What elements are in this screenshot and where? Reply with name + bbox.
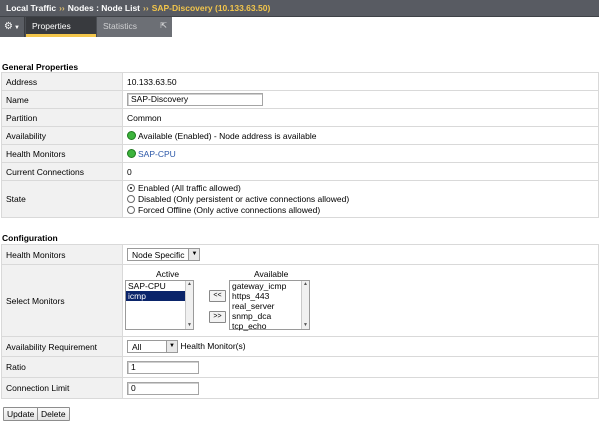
breadcrumb-separator: ››: [59, 3, 65, 13]
active-column-heading: Active: [156, 269, 180, 279]
list-item[interactable]: gateway_icmp: [230, 281, 309, 291]
table-row: Availability Available (Enabled) - Node …: [1, 126, 599, 145]
partition-value: Common: [122, 108, 599, 127]
chevron-down-icon: ▼: [14, 25, 20, 31]
gear-icon: ⚙: [4, 21, 13, 32]
state-disabled-option[interactable]: Disabled (Only persistent or active conn…: [127, 194, 594, 205]
availability-requirement-value: All: [132, 341, 142, 352]
table-row: Address 10.133.63.50: [1, 72, 599, 91]
name-cell: SAP-Discovery: [122, 90, 599, 109]
connection-limit-input[interactable]: 0: [127, 381, 199, 395]
current-connections-label: Current Connections: [1, 162, 123, 181]
address-value: 10.133.63.50: [122, 72, 599, 91]
availability-requirement-select[interactable]: All ▼: [127, 340, 178, 353]
tab-bar: ⚙▼ Properties Statistics ⇱: [0, 17, 599, 38]
breadcrumb-local-traffic[interactable]: Local Traffic: [6, 3, 56, 13]
move-to-active-button[interactable]: <<: [209, 290, 226, 302]
partition-label: Partition: [1, 108, 123, 127]
settings-menu-button[interactable]: ⚙▼: [0, 17, 25, 37]
table-row: Name SAP-Discovery: [1, 90, 599, 109]
list-item[interactable]: tcp_echo: [230, 321, 309, 331]
state-disabled-label: Disabled (Only persistent or active conn…: [138, 193, 350, 204]
status-available-icon: [127, 130, 136, 140]
health-monitor-link[interactable]: SAP-CPU: [138, 149, 176, 159]
health-monitors-select[interactable]: Node Specific ▼: [127, 248, 201, 261]
ratio-input[interactable]: 1: [127, 360, 199, 374]
active-monitors-list[interactable]: SAP-CPU icmp ▲ ▼: [125, 280, 194, 330]
scroll-up-icon[interactable]: ▲: [302, 281, 309, 288]
state-forced-offline-label: Forced Offline (Only active connections …: [138, 204, 321, 215]
tab-properties-label: Properties: [32, 21, 71, 31]
available-monitors-list[interactable]: gateway_icmp https_443 real_server snmp_…: [229, 280, 310, 331]
connection-limit-label: Connection Limit: [1, 377, 123, 399]
config-health-monitors-label: Health Monitors: [1, 244, 123, 265]
availability-requirement-cell: All ▼ Health Monitor(s): [122, 336, 599, 357]
update-button[interactable]: Update: [3, 407, 39, 421]
name-label: Name: [1, 90, 123, 109]
general-properties-heading: General Properties: [2, 62, 79, 72]
state-label: State: [1, 180, 123, 218]
health-monitors-select-value: Node Specific: [132, 249, 185, 260]
scroll-down-icon[interactable]: ▼: [302, 322, 309, 329]
availability-requirement-label: Availability Requirement: [1, 336, 123, 357]
breadcrumb-current: SAP-Discovery (10.133.63.50): [151, 3, 271, 13]
state-cell: Enabled (All traffic allowed) Disabled (…: [122, 180, 599, 218]
table-row: Ratio 1: [1, 356, 599, 378]
tab-properties[interactable]: Properties: [26, 17, 96, 37]
health-monitors-label: Health Monitors: [1, 144, 123, 163]
available-column-heading: Available: [254, 269, 289, 279]
availability-label: Availability: [1, 126, 123, 145]
list-item[interactable]: real_server: [230, 301, 309, 311]
list-item[interactable]: https_443: [230, 291, 309, 301]
state-forced-offline-radio[interactable]: [127, 205, 135, 214]
scroll-up-icon[interactable]: ▲: [186, 281, 193, 288]
availability-value: Available (Enabled) - Node address is av…: [138, 130, 317, 141]
chevron-down-icon: ▼: [166, 341, 177, 352]
state-disabled-radio[interactable]: [127, 194, 135, 203]
chevron-down-icon: ▼: [188, 249, 200, 260]
move-to-available-button[interactable]: >>: [209, 311, 226, 323]
tab-statistics[interactable]: Statistics ⇱: [97, 17, 172, 37]
name-input[interactable]: SAP-Discovery: [127, 93, 263, 106]
table-row: Availability Requirement All ▼ Health Mon…: [1, 336, 599, 357]
current-connections-value: 0: [122, 162, 599, 181]
state-enabled-radio[interactable]: [127, 183, 135, 192]
select-monitors-label: Select Monitors: [1, 264, 123, 337]
active-list-scrollbar[interactable]: ▲ ▼: [185, 281, 193, 329]
health-monitors-suffix: Health Monitor(s): [180, 340, 246, 351]
ratio-cell: 1: [122, 356, 599, 378]
list-item[interactable]: snmp_dca: [230, 311, 309, 321]
available-list-scrollbar[interactable]: ▲ ▼: [301, 281, 309, 329]
breadcrumb-separator: ››: [143, 3, 149, 13]
external-link-icon[interactable]: ⇱: [160, 17, 167, 35]
configuration-heading: Configuration: [2, 233, 58, 243]
scroll-down-icon[interactable]: ▼: [186, 322, 193, 329]
status-available-icon: [127, 148, 136, 158]
list-item[interactable]: SAP-CPU: [126, 281, 193, 291]
address-label: Address: [1, 72, 123, 91]
table-row: Health Monitors Node Specific ▼: [1, 244, 599, 265]
table-row: Connection Limit 0: [1, 377, 599, 399]
breadcrumb-node-list[interactable]: Nodes : Node List: [68, 3, 140, 13]
ratio-label: Ratio: [1, 356, 123, 378]
table-row: Health Monitors SAP-CPU: [1, 144, 599, 163]
general-properties-table: Address 10.133.63.50 Name SAP-Discovery …: [1, 72, 599, 218]
table-row: Current Connections 0: [1, 162, 599, 181]
table-row: Partition Common: [1, 108, 599, 127]
tab-statistics-label: Statistics: [103, 21, 138, 31]
breadcrumb: Local Traffic ›› Nodes : Node List ›› SAP-Di…: [0, 0, 599, 17]
delete-button[interactable]: Delete: [37, 407, 70, 421]
connection-limit-cell: 0: [122, 377, 599, 399]
state-forced-offline-option[interactable]: Forced Offline (Only active connections …: [127, 205, 594, 216]
state-enabled-option[interactable]: Enabled (All traffic allowed): [127, 183, 594, 194]
state-enabled-label: Enabled (All traffic allowed): [138, 182, 241, 193]
health-monitors-cell: SAP-CPU: [122, 144, 599, 163]
list-item[interactable]: icmp: [126, 291, 193, 301]
table-row: State Enabled (All traffic allowed) Disa…: [1, 180, 599, 218]
config-health-monitors-cell: Node Specific ▼: [122, 244, 599, 265]
availability-cell: Available (Enabled) - Node address is av…: [122, 126, 599, 145]
